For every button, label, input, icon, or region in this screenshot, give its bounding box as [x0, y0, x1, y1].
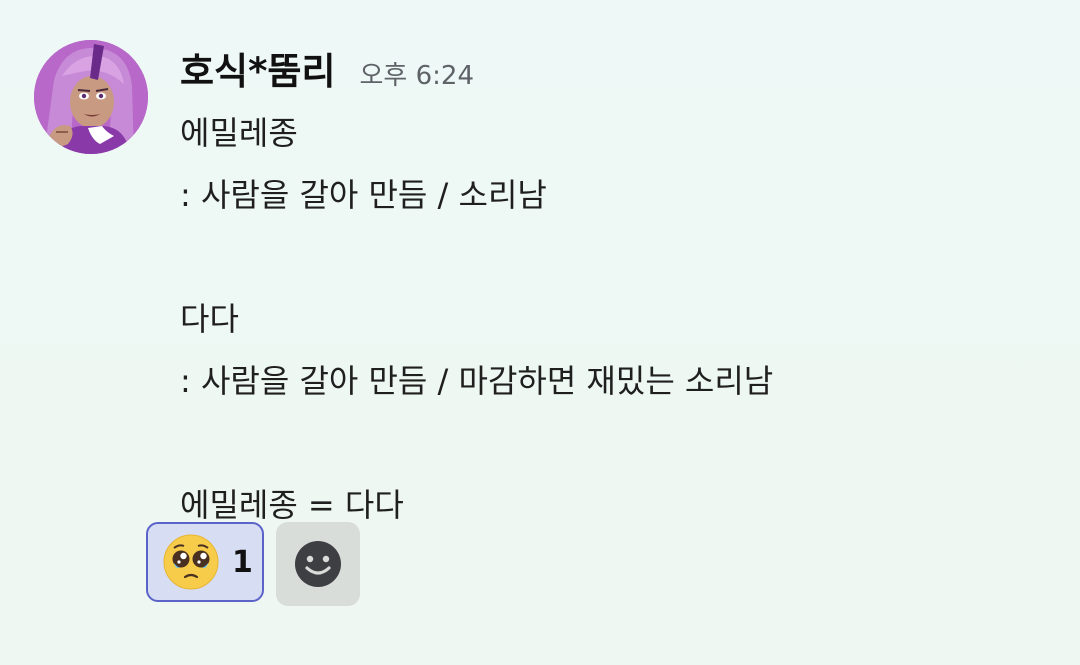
- avatar-image: [34, 40, 148, 154]
- message-header: 호식*뚬리 오후 6:24: [180, 40, 1040, 104]
- smiley-face-icon: [295, 541, 341, 587]
- message-line: : 사람을 갈아 만듬 / 마감하면 재밌는 소리남: [180, 362, 774, 400]
- username[interactable]: 호식*뚬리: [180, 40, 336, 104]
- pleading-face-emoji: [163, 534, 219, 590]
- message-line: 다다: [180, 300, 239, 338]
- add-reaction-button[interactable]: [276, 522, 360, 606]
- message-line: : 사람을 갈아 만듬 / 소리남: [180, 176, 547, 214]
- timestamp: 오후 6:24: [359, 61, 475, 91]
- message-line-blank: [180, 412, 1040, 474]
- reaction-pleading-face[interactable]: 1: [146, 522, 264, 602]
- message-content: 호식*뚬리 오후 6:24 에밀레종 : 사람을 갈아 만듬 / 소리남 다다 …: [180, 40, 1040, 536]
- reactions-bar: 1: [146, 522, 360, 606]
- message-body: 에밀레종 : 사람을 갈아 만듬 / 소리남 다다 : 사람을 갈아 만듬 / …: [180, 102, 1040, 536]
- reaction-count: 1: [232, 544, 253, 580]
- avatar[interactable]: [34, 40, 148, 154]
- message-line: 에밀레종: [180, 114, 298, 152]
- message-line-blank: [180, 226, 1040, 288]
